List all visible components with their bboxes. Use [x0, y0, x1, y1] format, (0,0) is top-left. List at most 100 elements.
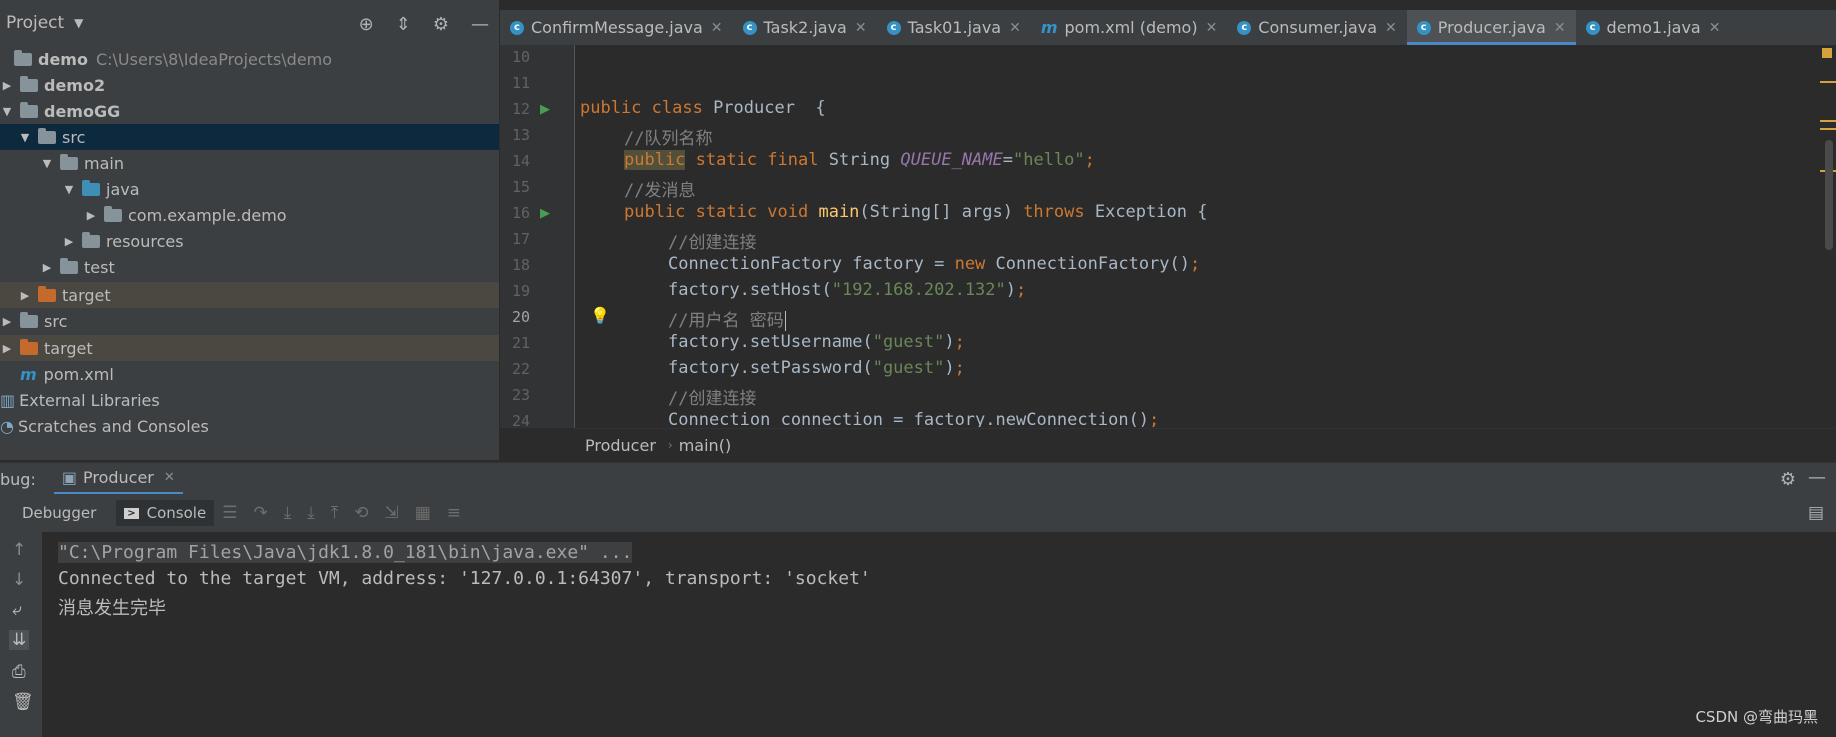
module-folder-icon — [20, 101, 38, 118]
warning-marker[interactable] — [1820, 128, 1836, 130]
tree-item-external-libraries[interactable]: ▥ External Libraries — [0, 387, 499, 413]
tree-item-demo[interactable]: ▼ demo C:\Users\8\IdeaProjects\demo — [0, 46, 499, 72]
tab-confirmmessage[interactable]: c ConfirmMessage.java ✕ — [500, 10, 733, 45]
debug-session-tab[interactable]: ▣ Producer ✕ — [53, 463, 183, 495]
maven-icon: m — [1040, 18, 1058, 37]
close-icon[interactable]: ✕ — [1709, 20, 1721, 36]
expand-icon[interactable]: ▶ — [0, 315, 14, 328]
tab-task01[interactable]: c Task01.java ✕ — [877, 10, 1031, 45]
tree-item-demo2[interactable]: ▶ demo2 — [0, 72, 499, 98]
library-icon: ▥ — [0, 390, 16, 410]
run-gutter-icon[interactable]: ▶ — [540, 102, 550, 117]
chevron-down-icon[interactable]: ▼ — [74, 16, 83, 30]
minimize-icon[interactable]: — — [471, 14, 489, 35]
tab-task2[interactable]: c Task2.java ✕ — [733, 10, 877, 45]
tree-item-main[interactable]: ▼ main — [0, 150, 499, 176]
expand-icon[interactable]: ▶ — [18, 289, 32, 302]
warning-marker[interactable] — [1820, 81, 1836, 83]
collapse-icon[interactable]: ▼ — [40, 157, 54, 170]
run-gutter-icon[interactable]: ▶ — [540, 206, 550, 221]
close-icon[interactable]: ✕ — [1009, 20, 1021, 36]
close-icon[interactable]: ✕ — [1385, 20, 1397, 36]
arrow-up-icon[interactable]: ↑ — [12, 540, 26, 560]
tab-debugger[interactable]: Debugger — [22, 504, 96, 522]
tree-item-path: C:\Users\8\IdeaProjects\demo — [95, 49, 333, 69]
tree-item-java[interactable]: ▼ java — [0, 176, 499, 202]
tree-item-package[interactable]: ▶ com.example.demo — [0, 202, 499, 228]
code-token: main — [818, 202, 860, 222]
step-out-icon[interactable]: ⤒ — [331, 503, 339, 523]
tree-item-test[interactable]: ▶ test — [0, 254, 499, 280]
tab-console[interactable]: > Console — [116, 500, 215, 526]
lightbulb-icon[interactable]: 💡 — [590, 306, 610, 325]
project-view-selector[interactable]: Project — [6, 13, 64, 33]
collapse-icon[interactable]: ▼ — [0, 105, 14, 118]
breadcrumb-item[interactable]: main() — [679, 436, 731, 455]
expand-icon[interactable]: ▶ — [40, 261, 54, 274]
expand-icon[interactable]: ▶ — [62, 235, 76, 248]
expand-icon[interactable]: ▶ — [0, 79, 14, 92]
layout-icon[interactable]: ▤ — [1808, 503, 1824, 523]
tab-pom[interactable]: m pom.xml (demo) ✕ — [1031, 10, 1227, 45]
code-token: throws — [1023, 202, 1095, 222]
tree-item-target[interactable]: ▶ target — [0, 282, 499, 308]
tab-label: Consumer.java — [1258, 18, 1378, 37]
tab-label: Task01.java — [907, 18, 1002, 37]
tree-item-pom[interactable]: ▶ m pom.xml — [0, 361, 499, 387]
print-icon[interactable]: ⎙ — [12, 662, 26, 682]
tree-item-scratches[interactable]: ◔ Scratches and Consoles — [0, 413, 499, 439]
close-icon[interactable]: ✕ — [1554, 20, 1566, 36]
evaluate-icon[interactable]: ▦ — [415, 503, 431, 523]
warning-marker[interactable] — [1822, 48, 1832, 58]
soft-wrap-icon[interactable]: ⤶ — [12, 600, 22, 620]
project-panel-header: Project ▼ ⊕ ⇕ ⚙ — — [0, 0, 499, 46]
close-icon[interactable]: ✕ — [164, 470, 175, 485]
expand-icon[interactable]: ▶ — [0, 342, 14, 355]
folder-icon — [60, 257, 78, 274]
tree-item-target-root[interactable]: ▶ target — [0, 335, 499, 361]
tree-item-src[interactable]: ▼ src — [0, 124, 499, 150]
drop-frame-icon[interactable]: ⟲ — [354, 503, 368, 523]
tree-item-resources[interactable]: ▶ resources — [0, 228, 499, 254]
trace-icon[interactable]: ≡ — [447, 503, 461, 523]
scroll-thumb[interactable] — [1825, 140, 1833, 250]
gear-icon[interactable]: ⚙ — [433, 14, 449, 35]
collapse-icon[interactable]: ▼ — [62, 183, 76, 196]
expand-icon[interactable]: ▶ — [84, 209, 98, 222]
scroll-to-end-icon[interactable]: ⇊ — [9, 630, 30, 650]
code-comment: //发消息 — [624, 181, 696, 201]
tree-item-label: src — [44, 311, 68, 331]
console-window-icon: ▣ — [61, 468, 77, 487]
step-into-icon[interactable]: ⤓ — [284, 503, 292, 523]
step-over-icon[interactable]: ↷ — [253, 503, 267, 523]
force-step-into-icon[interactable]: ⤓ — [307, 503, 315, 523]
close-icon[interactable]: ✕ — [711, 20, 723, 36]
arrow-down-icon[interactable]: ↓ — [12, 570, 26, 590]
gutter-divider — [574, 45, 575, 428]
code-line: //创建连接 — [668, 384, 756, 409]
minimize-icon[interactable]: — — [1808, 467, 1826, 488]
close-icon[interactable]: ✕ — [1206, 20, 1218, 36]
locate-icon[interactable]: ⊕ — [359, 14, 374, 35]
tab-consumer[interactable]: c Consumer.java ✕ — [1227, 10, 1406, 45]
tree-item-demogg[interactable]: ▼ demoGG — [0, 98, 499, 124]
close-icon[interactable]: ✕ — [855, 20, 867, 36]
warning-marker[interactable] — [1820, 120, 1836, 122]
line-number: 23 — [511, 386, 530, 404]
tab-producer[interactable]: c Producer.java ✕ — [1406, 10, 1576, 45]
editor-scrollbar[interactable] — [1818, 45, 1836, 428]
trash-icon[interactable]: 🗑 — [12, 692, 34, 712]
gear-icon[interactable]: ⚙ — [1780, 469, 1796, 490]
code-string: "192.168.202.132" — [831, 280, 1006, 300]
breadcrumb-item[interactable]: Producer — [585, 436, 656, 455]
threads-icon[interactable]: ☰ — [222, 503, 237, 523]
tab-label: demo1.java — [1606, 18, 1701, 37]
collapse-all-icon[interactable]: ⇕ — [396, 14, 411, 35]
run-to-cursor-icon[interactable]: ⇲ — [384, 503, 398, 523]
tab-demo1[interactable]: c demo1.java ✕ — [1576, 10, 1731, 45]
code-token: static final — [685, 150, 829, 170]
collapse-icon[interactable]: ▼ — [18, 131, 32, 144]
code-line: Connection connection = factory.newConne… — [668, 410, 1159, 427]
class-icon: c — [1416, 20, 1431, 35]
tree-item-src-root[interactable]: ▶ src — [0, 308, 499, 334]
